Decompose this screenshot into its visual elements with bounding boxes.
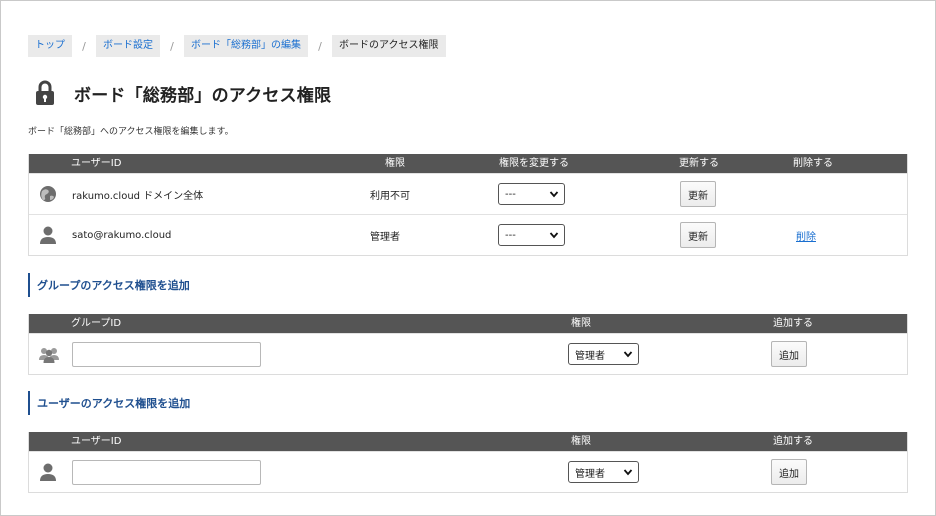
column-header-user-id: ユーザーID <box>71 158 122 169</box>
user-id-input[interactable] <box>72 459 261 485</box>
permission-select-value: --- <box>505 229 516 241</box>
column-header-change: 権限を変更する <box>499 158 569 169</box>
column-header-permission: 権限 <box>385 158 405 169</box>
user-id: sato@rakumo.cloud <box>72 229 172 241</box>
breadcrumb-current: ボードのアクセス権限 <box>332 35 446 57</box>
permission-value: 管理者 <box>370 231 400 243</box>
add-group-table: グループID 権限 追加する 管理者 追加 <box>28 314 908 375</box>
permission-select[interactable]: --- <box>498 224 565 246</box>
chevron-down-icon <box>623 351 633 358</box>
chevron-down-icon <box>549 232 559 239</box>
update-button[interactable]: 更新 <box>680 181 716 207</box>
user-permission-select[interactable]: 管理者 <box>568 461 639 483</box>
group-permission-select[interactable]: 管理者 <box>568 343 639 365</box>
user-id: rakumo.cloud ドメイン全体 <box>72 190 204 202</box>
delete-link[interactable]: 削除 <box>796 228 816 243</box>
permissions-table: ユーザーID 権限 権限を変更する 更新する 削除する rakumo.cloud… <box>28 154 908 256</box>
breadcrumb-top[interactable]: トップ <box>28 35 72 57</box>
globe-icon <box>37 183 59 205</box>
user-icon <box>37 224 59 246</box>
app-window: トップ / ボード設定 / ボード「総務部」の編集 / ボードのアクセス権限 ボ… <box>0 0 936 516</box>
user-icon <box>37 461 59 483</box>
user-section-heading: ユーザーのアクセス権限を追加 <box>28 391 190 415</box>
add-group-button[interactable]: 追加 <box>771 341 807 367</box>
table-row: 管理者 追加 <box>29 333 907 374</box>
update-button[interactable]: 更新 <box>680 222 716 248</box>
group-id-input[interactable] <box>72 341 261 367</box>
breadcrumb-separator: / <box>82 39 86 53</box>
table-header: ユーザーID 権限 追加する <box>29 432 907 451</box>
column-header-permission: 権限 <box>571 318 591 329</box>
permission-select[interactable]: --- <box>498 183 565 205</box>
column-header-group-id: グループID <box>71 318 122 329</box>
table-header: グループID 権限 追加する <box>29 314 907 333</box>
page-header: ボード「総務部」のアクセス権限 <box>35 78 331 108</box>
table-row: rakumo.cloud ドメイン全体 利用不可 --- 更新 <box>29 173 907 214</box>
permission-select-value: 管理者 <box>575 350 605 362</box>
breadcrumb: トップ / ボード設定 / ボード「総務部」の編集 / ボードのアクセス権限 <box>28 35 446 57</box>
permission-select-value: --- <box>505 188 516 200</box>
breadcrumb-separator: / <box>318 39 322 53</box>
breadcrumb-separator: / <box>170 39 174 53</box>
column-header-user-id: ユーザーID <box>71 436 122 447</box>
column-header-delete: 削除する <box>793 158 833 169</box>
permission-select-value: 管理者 <box>575 468 605 480</box>
table-row: 管理者 追加 <box>29 451 907 492</box>
section-title: ユーザーのアクセス権限を追加 <box>37 397 191 410</box>
permission-value: 利用不可 <box>370 190 410 202</box>
section-title: グループのアクセス権限を追加 <box>37 279 190 292</box>
chevron-down-icon <box>623 469 633 476</box>
add-user-table: ユーザーID 権限 追加する 管理者 追加 <box>28 432 908 493</box>
column-header-add: 追加する <box>773 436 813 447</box>
breadcrumb-board-settings[interactable]: ボード設定 <box>96 35 160 57</box>
column-header-add: 追加する <box>773 318 813 329</box>
add-user-button[interactable]: 追加 <box>771 459 807 485</box>
group-section-heading: グループのアクセス権限を追加 <box>28 273 190 297</box>
chevron-down-icon <box>549 191 559 198</box>
column-header-update: 更新する <box>679 158 719 169</box>
breadcrumb-board-edit[interactable]: ボード「総務部」の編集 <box>184 35 308 57</box>
lock-icon <box>35 80 55 106</box>
page-description: ボード「総務部」へのアクセス権限を編集します。 <box>28 127 234 137</box>
column-header-permission: 権限 <box>571 436 591 447</box>
table-row: sato@rakumo.cloud 管理者 --- 更新 削除 <box>29 214 907 255</box>
page-title: ボード「総務部」のアクセス権限 <box>74 85 332 106</box>
group-icon <box>38 343 60 365</box>
table-header: ユーザーID 権限 権限を変更する 更新する 削除する <box>29 154 907 173</box>
